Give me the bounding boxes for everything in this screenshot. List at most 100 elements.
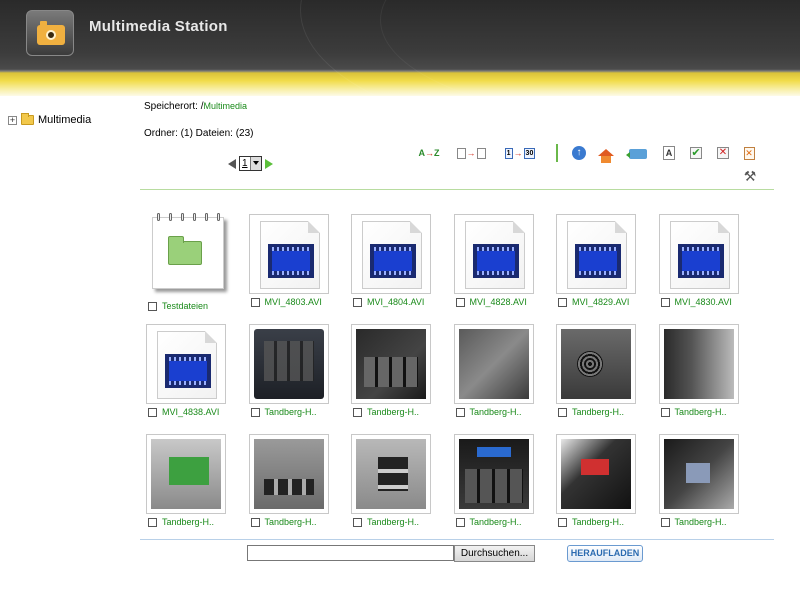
image-thumbnail[interactable]: [453, 434, 534, 514]
select-checkbox[interactable]: [455, 517, 465, 527]
select-checkbox[interactable]: [455, 407, 465, 417]
grid-item[interactable]: MVI_4804.AVI: [345, 205, 445, 310]
chevron-down-icon[interactable]: [249, 157, 261, 170]
file-name-link[interactable]: Tandberg-H..: [162, 517, 214, 527]
select-checkbox[interactable]: [558, 297, 567, 307]
grid-item[interactable]: Tandberg-H..: [653, 425, 753, 530]
grid-item[interactable]: Testdateien: [140, 205, 240, 311]
image-thumbnail[interactable]: [556, 434, 636, 514]
select-checkbox[interactable]: [250, 517, 260, 527]
grid-item[interactable]: Tandberg-H..: [550, 315, 650, 420]
file-name-link[interactable]: Tandberg-H..: [367, 407, 419, 417]
image-thumbnail[interactable]: [351, 434, 431, 514]
file-name-link[interactable]: MVI_4838.AVI: [162, 407, 219, 417]
select-checkbox[interactable]: [660, 517, 670, 527]
file-name-link[interactable]: Tandberg-H..: [470, 407, 522, 417]
browse-button[interactable]: Durchsuchen...: [454, 545, 535, 562]
video-file-icon[interactable]: [658, 214, 739, 294]
sort-by-type-button[interactable]: →: [456, 145, 486, 161]
select-checkbox[interactable]: [353, 407, 362, 417]
image-thumbnail[interactable]: [453, 324, 534, 404]
select-all-button[interactable]: ✔: [689, 145, 703, 161]
image-thumbnail[interactable]: [248, 434, 329, 514]
grid-item[interactable]: Tandberg-H..: [140, 425, 240, 530]
file-name-link[interactable]: MVI_4829.AVI: [572, 297, 629, 307]
grid-item-caption: MVI_4828.AVI: [455, 297, 550, 307]
document-icon: [476, 147, 486, 159]
divider-top: [140, 189, 774, 190]
deselect-all-button[interactable]: ✕: [716, 145, 730, 161]
grid-item[interactable]: MVI_4838.AVI: [140, 315, 240, 420]
select-checkbox[interactable]: [148, 301, 157, 311]
image-thumbnail[interactable]: [658, 324, 739, 404]
select-checkbox[interactable]: [148, 407, 157, 417]
select-checkbox[interactable]: [250, 407, 260, 417]
file-name-link[interactable]: Tandberg-H..: [367, 517, 419, 527]
grid-item[interactable]: MVI_4830.AVI: [653, 205, 753, 310]
rename-button[interactable]: A: [662, 145, 676, 161]
file-name-link[interactable]: Tandberg-H..: [572, 407, 624, 417]
grid-item[interactable]: Tandberg-H..: [243, 425, 343, 530]
file-name-link[interactable]: MVI_4804.AVI: [367, 297, 424, 307]
grid-item[interactable]: Tandberg-H..: [345, 425, 445, 530]
grid-item[interactable]: Tandberg-H..: [243, 315, 343, 420]
next-page-icon[interactable]: [264, 158, 273, 169]
select-checkbox[interactable]: [660, 407, 670, 417]
file-name-link[interactable]: Tandberg-H..: [265, 517, 317, 527]
file-name-link[interactable]: Tandberg-H..: [675, 407, 727, 417]
file-name-link[interactable]: Testdateien: [162, 301, 208, 311]
file-name-link[interactable]: MVI_4828.AVI: [470, 297, 527, 307]
select-checkbox[interactable]: [250, 297, 260, 307]
tree-item-multimedia[interactable]: Multimedia: [38, 114, 91, 126]
select-checkbox[interactable]: [455, 297, 465, 307]
app-header: Multimedia Station: [0, 0, 800, 96]
folder-thumbnail-icon[interactable]: [144, 209, 224, 289]
grid-item[interactable]: Tandberg-H..: [448, 425, 548, 530]
select-checkbox[interactable]: [148, 517, 157, 527]
video-file-icon[interactable]: [556, 214, 636, 294]
video-file-icon[interactable]: [146, 324, 226, 404]
file-name-link[interactable]: Tandberg-H..: [265, 407, 317, 417]
upload-file-field[interactable]: [247, 545, 454, 561]
page-select[interactable]: 1: [239, 156, 262, 171]
sort-by-date-button[interactable]: 1 → 30: [500, 145, 540, 161]
image-thumbnail[interactable]: [248, 324, 329, 404]
toolbar-divider: [556, 144, 558, 162]
video-file-icon[interactable]: [351, 214, 431, 294]
video-file-icon[interactable]: [453, 214, 534, 294]
tree-expand-icon[interactable]: +: [8, 115, 17, 125]
home-button[interactable]: [598, 144, 614, 163]
file-name-link[interactable]: Tandberg-H..: [675, 517, 727, 527]
grid-item[interactable]: Tandberg-H..: [345, 315, 445, 420]
select-checkbox[interactable]: [660, 297, 670, 307]
grid-item[interactable]: MVI_4803.AVI: [243, 205, 343, 310]
grid-item[interactable]: Tandberg-H..: [653, 315, 753, 420]
delete-button[interactable]: ✕: [742, 145, 756, 161]
up-folder-button[interactable]: ↑: [571, 145, 587, 161]
file-name-link[interactable]: MVI_4830.AVI: [675, 297, 732, 307]
prev-page-icon[interactable]: [228, 158, 236, 169]
image-thumbnail[interactable]: [556, 324, 636, 404]
breadcrumb-link-multimedia[interactable]: Multimedia: [203, 101, 247, 111]
select-checkbox[interactable]: [558, 517, 567, 527]
sort-by-name-button[interactable]: A → Z: [416, 145, 442, 161]
upload-button[interactable]: HERAUFLADEN: [567, 545, 643, 562]
file-name-link[interactable]: MVI_4803.AVI: [265, 297, 322, 307]
photo-preview: [458, 439, 529, 509]
grid-item[interactable]: MVI_4828.AVI: [448, 205, 548, 310]
grid-item[interactable]: Tandberg-H..: [448, 315, 548, 420]
move-button[interactable]: [626, 146, 648, 162]
image-thumbnail[interactable]: [351, 324, 431, 404]
file-name-link[interactable]: Tandberg-H..: [572, 517, 624, 527]
select-checkbox[interactable]: [353, 517, 362, 527]
grid-item-caption: MVI_4803.AVI: [250, 297, 345, 307]
video-file-icon[interactable]: [248, 214, 329, 294]
grid-item[interactable]: MVI_4829.AVI: [550, 205, 650, 310]
file-name-link[interactable]: Tandberg-H..: [470, 517, 522, 527]
grid-item[interactable]: Tandberg-H..: [550, 425, 650, 530]
image-thumbnail[interactable]: [146, 434, 226, 514]
settings-button[interactable]: ⚒: [740, 168, 760, 184]
select-checkbox[interactable]: [558, 407, 567, 417]
image-thumbnail[interactable]: [658, 434, 739, 514]
select-checkbox[interactable]: [353, 297, 362, 307]
